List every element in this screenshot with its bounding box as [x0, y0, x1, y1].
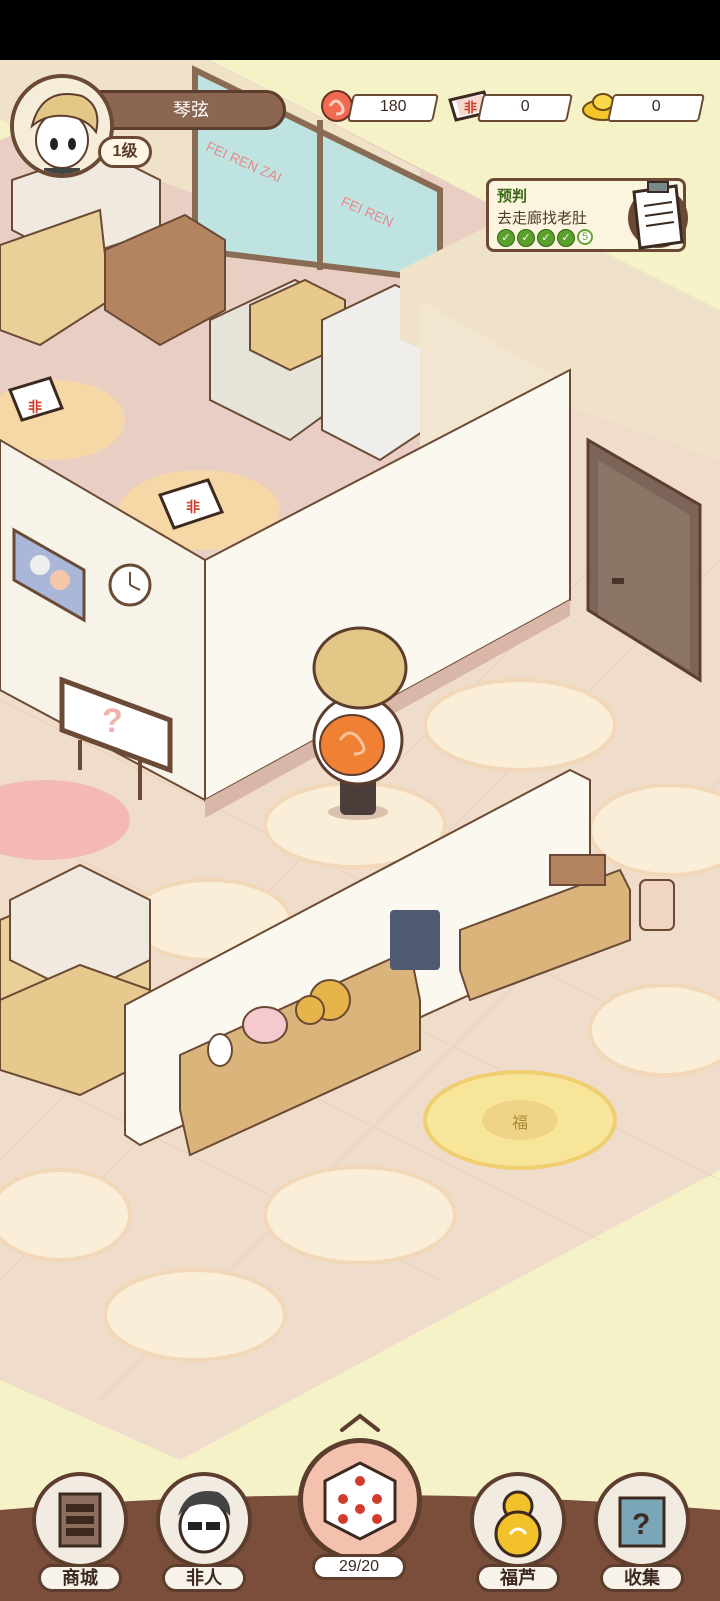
player-name: 琴弦	[173, 100, 209, 120]
character-icon	[178, 1491, 231, 1554]
gold-counter[interactable]: 0	[607, 94, 705, 122]
player-name-plate[interactable]: 琴弦	[96, 90, 286, 130]
dice-icon	[323, 1461, 397, 1541]
ticket-mark-1: 非	[28, 399, 42, 415]
check-icon: ✓	[557, 229, 575, 247]
chevron-up-icon[interactable]	[338, 1412, 382, 1434]
check-icon: ✓	[497, 229, 515, 247]
ticket-counter[interactable]: 0	[477, 94, 573, 122]
gourd-icon	[494, 1490, 542, 1558]
collect-label[interactable]: 收集	[600, 1564, 684, 1592]
clipboard-icon[interactable]	[620, 178, 690, 254]
cloud-token-value: 180	[379, 98, 407, 115]
gourd-button[interactable]	[470, 1472, 566, 1568]
mystery-box-icon: ?	[618, 1496, 666, 1548]
svg-text:?: ?	[102, 702, 123, 740]
task-title: 预判	[497, 188, 528, 205]
shop-label[interactable]: 商城	[38, 1564, 122, 1592]
collect-button[interactable]: ?	[594, 1472, 690, 1568]
wall-clock	[108, 563, 152, 607]
level-badge: 1级	[98, 136, 152, 168]
gourd-label[interactable]: 福芦	[476, 1564, 560, 1592]
fortune-bag-tile[interactable]: 福	[423, 1070, 617, 1170]
check-icon: ✓	[517, 229, 535, 247]
avatar[interactable]	[10, 74, 114, 178]
gold-value: 0	[651, 98, 661, 115]
ticket-value: 0	[520, 98, 530, 115]
task-count: 5	[577, 229, 593, 245]
nonhuman-label[interactable]: 非人	[162, 1564, 246, 1592]
roll-dice-button[interactable]	[298, 1438, 422, 1562]
status-bar	[0, 0, 720, 60]
game-scene[interactable]: FEI REN ZAI FEI REN 非 非 ? 福	[0, 60, 720, 1601]
nonhuman-button[interactable]	[156, 1472, 252, 1568]
task-description: 去走廊找老肚	[497, 210, 588, 227]
task-progress: ✓ ✓ ✓ ✓ 5	[497, 229, 593, 247]
top-hud: 琴弦 1级 180 非 0 0 预判 去走廊找老肚 ✓ ✓ ✓ ✓ 5	[0, 60, 720, 252]
check-icon: ✓	[537, 229, 555, 247]
dice-count: 29/20	[312, 1554, 406, 1580]
avatar-portrait-icon	[14, 78, 110, 174]
shop-icon	[58, 1492, 102, 1548]
svg-text:?: ?	[632, 1508, 650, 1541]
shop-button[interactable]	[32, 1472, 128, 1568]
ticket-hud-mark: 非	[464, 100, 477, 115]
bag-mark: 福	[512, 1114, 528, 1132]
ticket-mark-2: 非	[186, 499, 200, 515]
cloud-token-counter[interactable]: 180	[347, 94, 439, 122]
